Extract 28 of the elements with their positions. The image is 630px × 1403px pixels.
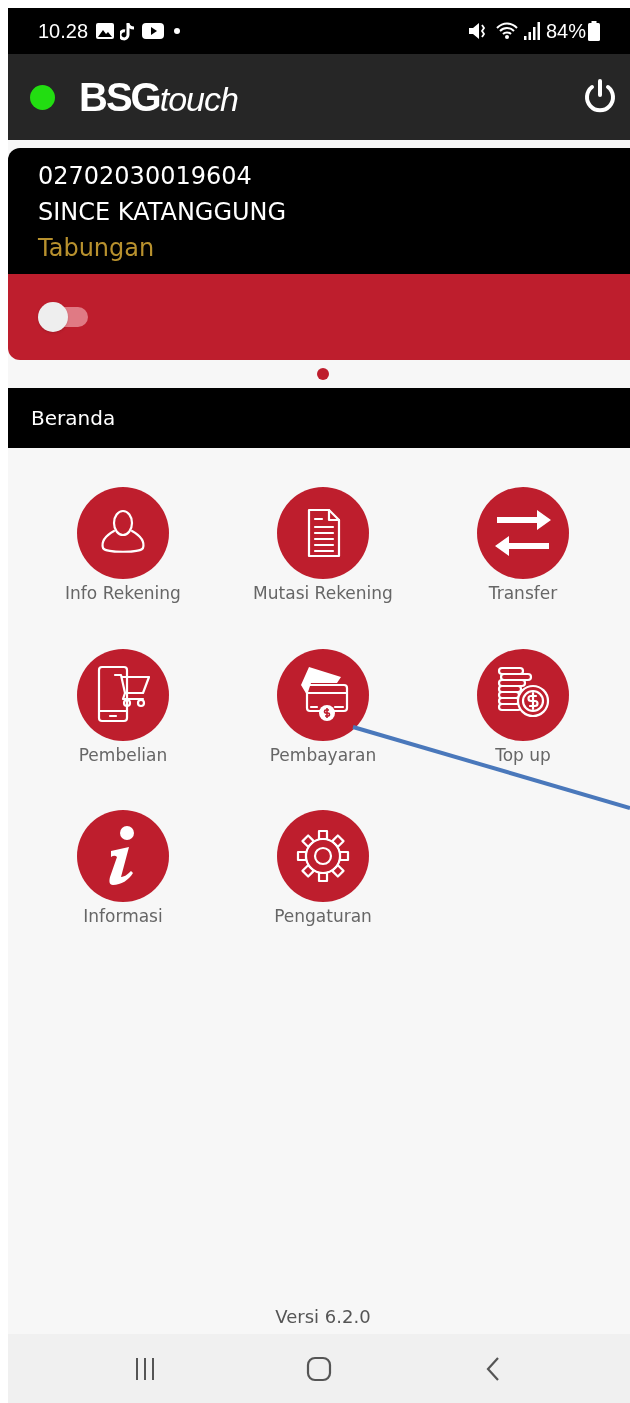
app-logo: BSGtouch xyxy=(79,74,238,121)
account-type: Tabungan xyxy=(38,233,156,264)
power-icon xyxy=(583,79,617,115)
play-icon xyxy=(142,23,165,39)
dot-icon xyxy=(174,28,181,34)
battery-icon xyxy=(588,21,600,41)
gallery-icon xyxy=(96,23,115,39)
section-title: Beranda xyxy=(31,405,116,432)
menu-item[interactable]: Info Rekening xyxy=(23,487,223,607)
balance-toggle[interactable] xyxy=(38,302,88,332)
account-holder-name: SINCE KATANGGUNG xyxy=(38,197,288,228)
menu-item[interactable]: Pengaturan xyxy=(223,810,423,930)
mute-icon xyxy=(467,22,488,40)
version-label: Versi 6.2.0 xyxy=(275,1305,371,1329)
menu-item[interactable]: Top up xyxy=(423,648,623,768)
menu-item[interactable]: Pembelian xyxy=(23,648,223,768)
battery-percentage: 84% xyxy=(545,19,586,44)
gear-icon xyxy=(295,828,351,884)
home-icon xyxy=(306,1355,332,1382)
menu-item[interactable]: Transfer xyxy=(423,487,623,607)
signal-icon xyxy=(523,22,540,40)
wifi-icon xyxy=(495,22,520,40)
account-number: 02702030019604 xyxy=(38,161,253,192)
menu-item[interactable]: Mutasi Rekening xyxy=(223,487,423,607)
music-note-icon xyxy=(120,21,137,41)
status-time: 10.28 xyxy=(38,19,89,44)
menu-item[interactable]: Informasi xyxy=(23,810,223,930)
menu-item[interactable]: Pembayaran xyxy=(223,648,423,768)
